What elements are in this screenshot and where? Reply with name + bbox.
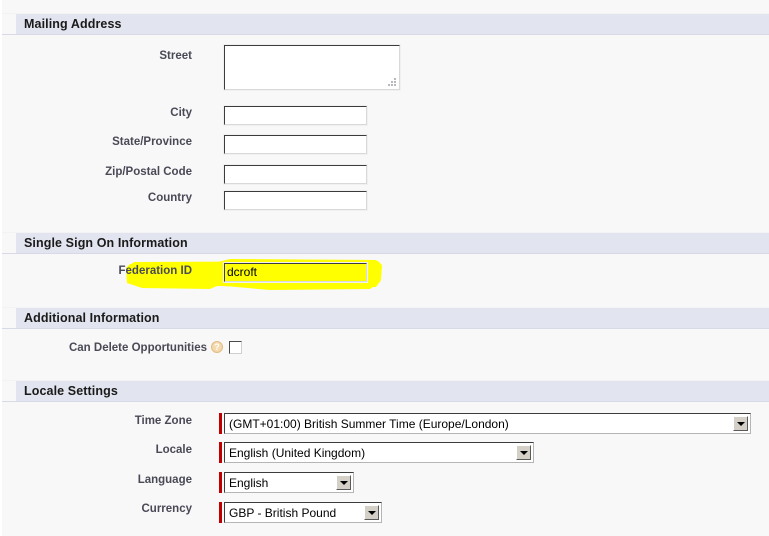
label-street: Street <box>62 50 192 62</box>
user-detail-form: Mailing Address Street City State/Provin… <box>0 0 769 536</box>
label-city: City <box>62 107 192 119</box>
label-language: Language <box>62 474 192 486</box>
select-time-zone-value: (GMT+01:00) British Summer Time (Europe/… <box>229 417 509 431</box>
resize-grip-icon[interactable] <box>388 78 397 87</box>
label-federation-id: Federation ID <box>62 265 192 277</box>
checkbox-can-delete-opportunities[interactable] <box>229 341 242 354</box>
required-marker-currency <box>219 502 222 523</box>
section-header-single-sign-on: Single Sign On Information <box>2 232 769 254</box>
required-marker-language <box>219 472 222 493</box>
select-currency-value: GBP - British Pound <box>229 506 336 520</box>
select-time-zone[interactable]: (GMT+01:00) British Summer Time (Europe/… <box>224 413 751 434</box>
input-street[interactable] <box>224 45 400 90</box>
required-marker-locale <box>219 442 222 463</box>
chevron-down-icon[interactable] <box>336 475 351 490</box>
select-locale[interactable]: English (United Kingdom) <box>224 442 534 463</box>
select-language[interactable]: English <box>224 472 354 493</box>
input-state-province[interactable] <box>224 135 367 154</box>
required-marker-time-zone <box>219 413 222 434</box>
label-country: Country <box>62 192 192 204</box>
section-accent-bar <box>2 233 16 253</box>
label-time-zone: Time Zone <box>62 415 192 427</box>
input-country[interactable] <box>224 191 367 210</box>
section-title-mailing-address: Mailing Address <box>24 17 122 31</box>
input-federation-id[interactable]: dcroft <box>224 263 367 282</box>
label-currency: Currency <box>62 503 192 515</box>
section-accent-bar <box>2 381 16 401</box>
label-state-province: State/Province <box>62 136 192 148</box>
section-header-locale-settings: Locale Settings <box>2 380 769 402</box>
section-accent-bar <box>2 14 16 34</box>
input-zip-postal-code[interactable] <box>224 165 367 184</box>
label-zip-postal-code: Zip/Postal Code <box>62 166 192 178</box>
section-title-additional-information: Additional Information <box>24 311 160 325</box>
chevron-down-icon[interactable] <box>733 416 748 431</box>
section-title-single-sign-on: Single Sign On Information <box>24 236 188 250</box>
chevron-down-icon[interactable] <box>364 505 379 520</box>
section-header-mailing-address: Mailing Address <box>2 13 769 35</box>
chevron-down-icon[interactable] <box>516 445 531 460</box>
select-currency[interactable]: GBP - British Pound <box>224 502 382 523</box>
input-city[interactable] <box>224 106 367 125</box>
select-locale-value: English (United Kingdom) <box>229 446 365 460</box>
section-title-locale-settings: Locale Settings <box>24 384 118 398</box>
label-locale: Locale <box>62 444 192 456</box>
help-icon[interactable]: ? <box>211 341 223 353</box>
label-can-delete-opportunities: Can Delete Opportunities <box>52 342 207 354</box>
section-header-additional-information: Additional Information <box>2 307 769 329</box>
section-accent-bar <box>2 308 16 328</box>
select-language-value: English <box>229 476 268 490</box>
